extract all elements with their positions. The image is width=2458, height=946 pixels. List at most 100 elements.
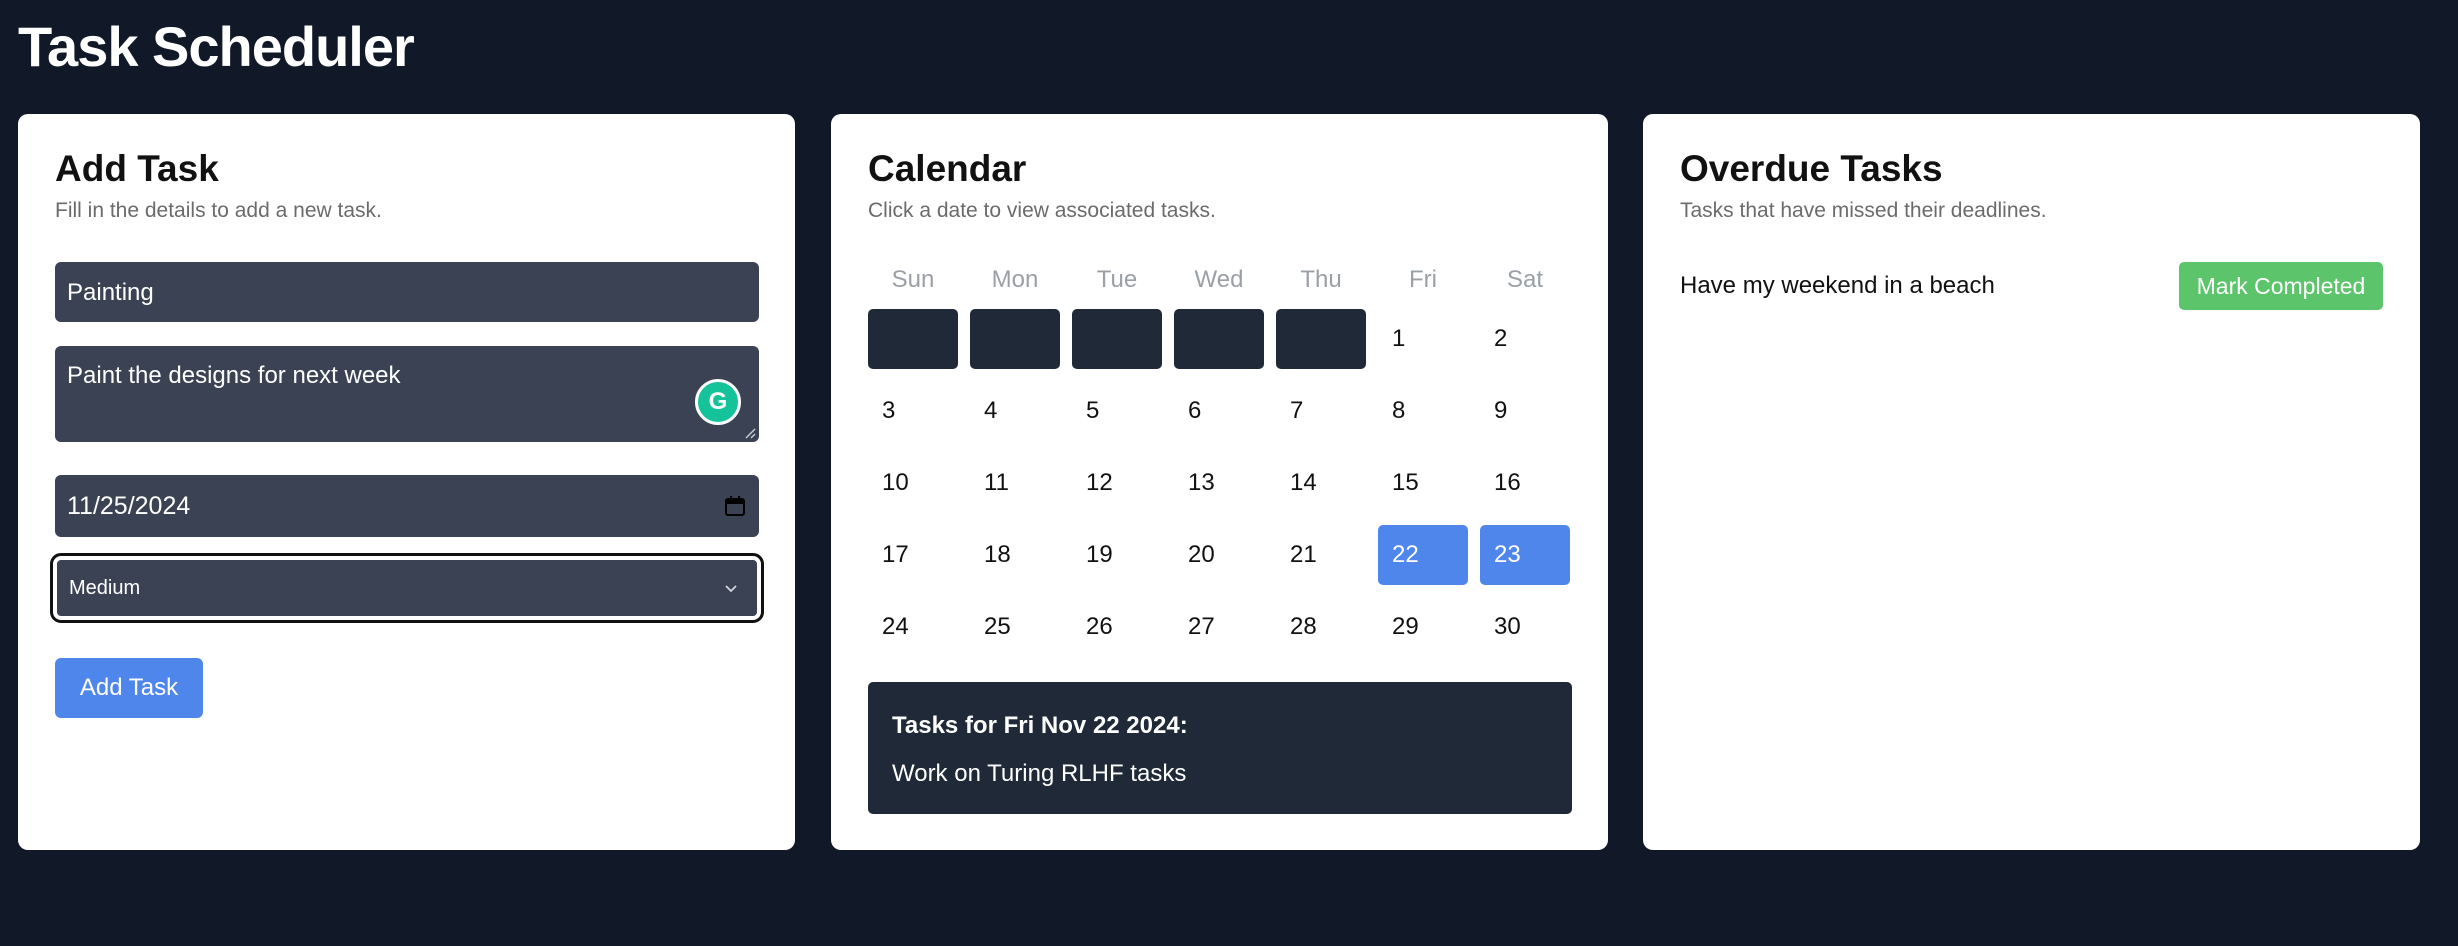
selected-date-heading: Tasks for Fri Nov 22 2024: <box>892 712 1188 739</box>
weekday-label: Sun <box>891 266 935 293</box>
selected-date-tasks-panel: Tasks for Fri Nov 22 2024: Work on Turin… <box>868 682 1572 814</box>
task-title-input[interactable]: Painting <box>55 262 759 322</box>
weekday-label: Fri <box>1409 266 1437 293</box>
calendar-day-15[interactable]: 15 <box>1378 453 1468 513</box>
calendar-day-number: 4 <box>984 397 998 424</box>
add-task-card: Add Task Fill in the details to add a ne… <box>18 114 795 850</box>
calendar-day-30[interactable]: 30 <box>1480 597 1570 657</box>
calendar-day-number: 14 <box>1290 469 1317 496</box>
weekday-label: Mon <box>991 266 1039 293</box>
calendar-day-4[interactable]: 4 <box>970 381 1060 441</box>
calendar-day-7[interactable]: 7 <box>1276 381 1366 441</box>
calendar-card: Calendar Click a date to view associated… <box>831 114 1608 850</box>
calendar-day-20[interactable]: 20 <box>1174 525 1264 585</box>
priority-value: Medium <box>69 577 141 599</box>
add-task-heading: Add Task <box>55 148 219 189</box>
calendar-day-22[interactable]: 22 <box>1378 525 1468 585</box>
calendar-day-number: 23 <box>1494 541 1521 568</box>
overdue-subtitle: Tasks that have missed their deadlines. <box>1680 199 2047 222</box>
calendar-day-number: 5 <box>1086 397 1100 424</box>
calendar-day-12[interactable]: 12 <box>1072 453 1162 513</box>
calendar-day-number: 3 <box>882 397 896 424</box>
calendar-day-8[interactable]: 8 <box>1378 381 1468 441</box>
overdue-heading: Overdue Tasks <box>1680 148 1943 189</box>
calendar-empty-cell <box>1276 309 1366 369</box>
resize-handle-icon[interactable] <box>744 427 756 439</box>
calendar-day-number: 18 <box>984 541 1011 568</box>
calendar-day-29[interactable]: 29 <box>1378 597 1468 657</box>
calendar-day-number: 13 <box>1188 469 1215 496</box>
task-description-textarea[interactable]: Paint the designs for next week G <box>55 346 759 442</box>
task-title-value: Painting <box>67 279 154 306</box>
weekday-label: Thu <box>1300 266 1342 293</box>
calendar-day-17[interactable]: 17 <box>868 525 958 585</box>
calendar-day-23[interactable]: 23 <box>1480 525 1570 585</box>
calendar-day-number: 2 <box>1494 325 1508 352</box>
grammarly-icon[interactable]: G <box>695 379 741 425</box>
calendar-day-24[interactable]: 24 <box>868 597 958 657</box>
calendar-day-number: 19 <box>1086 541 1113 568</box>
calendar-day-9[interactable]: 9 <box>1480 381 1570 441</box>
calendar-empty-cell <box>970 309 1060 369</box>
calendar-day-number: 8 <box>1392 397 1406 424</box>
calendar-day-number: 16 <box>1494 469 1521 496</box>
calendar-day-10[interactable]: 10 <box>868 453 958 513</box>
weekday-label: Tue <box>1096 266 1138 293</box>
calendar-day-18[interactable]: 18 <box>970 525 1060 585</box>
weekday-label: Sat <box>1506 266 1544 293</box>
priority-select[interactable]: Medium <box>50 553 764 623</box>
due-date-value: 11/25/2024 <box>67 492 191 520</box>
page-title: Task Scheduler <box>18 15 415 78</box>
calendar-empty-cell <box>1072 309 1162 369</box>
calendar-day-number: 21 <box>1290 541 1317 568</box>
calendar-day-2[interactable]: 2 <box>1480 309 1570 369</box>
calendar-day-number: 26 <box>1086 613 1113 640</box>
calendar-heading: Calendar <box>868 148 1027 189</box>
calendar-day-number: 30 <box>1494 613 1521 640</box>
calendar-day-28[interactable]: 28 <box>1276 597 1366 657</box>
calendar-day-13[interactable]: 13 <box>1174 453 1264 513</box>
calendar-day-number: 29 <box>1392 613 1419 640</box>
calendar-day-number: 28 <box>1290 613 1317 640</box>
calendar-day-number: 10 <box>882 469 909 496</box>
overdue-tasks-card: Overdue Tasks Tasks that have missed the… <box>1643 114 2420 850</box>
calendar-day-number: 27 <box>1188 613 1215 640</box>
weekday-label: Wed <box>1194 266 1244 293</box>
calendar-day-number: 1 <box>1392 325 1406 352</box>
calendar-day-number: 9 <box>1494 397 1508 424</box>
calendar-day-number: 25 <box>984 613 1011 640</box>
calendar-day-number: 11 <box>984 469 1009 496</box>
calendar-day-number: 20 <box>1188 541 1215 568</box>
calendar-day-21[interactable]: 21 <box>1276 525 1366 585</box>
due-date-input[interactable]: 11/25/2024 <box>55 475 759 537</box>
calendar-day-number: 17 <box>882 541 909 568</box>
calendar-day-number: 22 <box>1392 541 1419 568</box>
selected-date-task-item: Work on Turing RLHF tasks <box>892 760 1187 787</box>
overdue-task-name: Have my weekend in a beach <box>1680 272 1995 299</box>
calendar-day-6[interactable]: 6 <box>1174 381 1264 441</box>
calendar-day-26[interactable]: 26 <box>1072 597 1162 657</box>
calendar-empty-cell <box>1174 309 1264 369</box>
calendar-day-3[interactable]: 3 <box>868 381 958 441</box>
add-task-subtitle: Fill in the details to add a new task. <box>55 199 382 222</box>
calendar-day-27[interactable]: 27 <box>1174 597 1264 657</box>
add-task-button[interactable]: Add Task <box>55 658 203 718</box>
calendar-day-11[interactable]: 11 <box>970 453 1060 513</box>
chevron-down-icon <box>725 585 737 593</box>
calendar-day-5[interactable]: 5 <box>1072 381 1162 441</box>
calendar-day-number: 24 <box>882 613 909 640</box>
calendar-empty-cell <box>868 309 958 369</box>
calendar-day-number: 7 <box>1290 397 1304 424</box>
calendar-day-25[interactable]: 25 <box>970 597 1060 657</box>
calendar-day-number: 6 <box>1188 397 1202 424</box>
calendar-subtitle: Click a date to view associated tasks. <box>868 199 1216 222</box>
calendar-day-14[interactable]: 14 <box>1276 453 1366 513</box>
calendar-icon[interactable] <box>724 495 746 517</box>
mark-completed-button[interactable]: Mark Completed <box>2179 262 2383 310</box>
calendar-day-1[interactable]: 1 <box>1378 309 1468 369</box>
task-description-value: Paint the designs for next week <box>67 362 401 389</box>
calendar-day-number: 15 <box>1392 469 1419 496</box>
calendar-day-19[interactable]: 19 <box>1072 525 1162 585</box>
calendar-day-number: 12 <box>1086 469 1113 496</box>
calendar-day-16[interactable]: 16 <box>1480 453 1570 513</box>
